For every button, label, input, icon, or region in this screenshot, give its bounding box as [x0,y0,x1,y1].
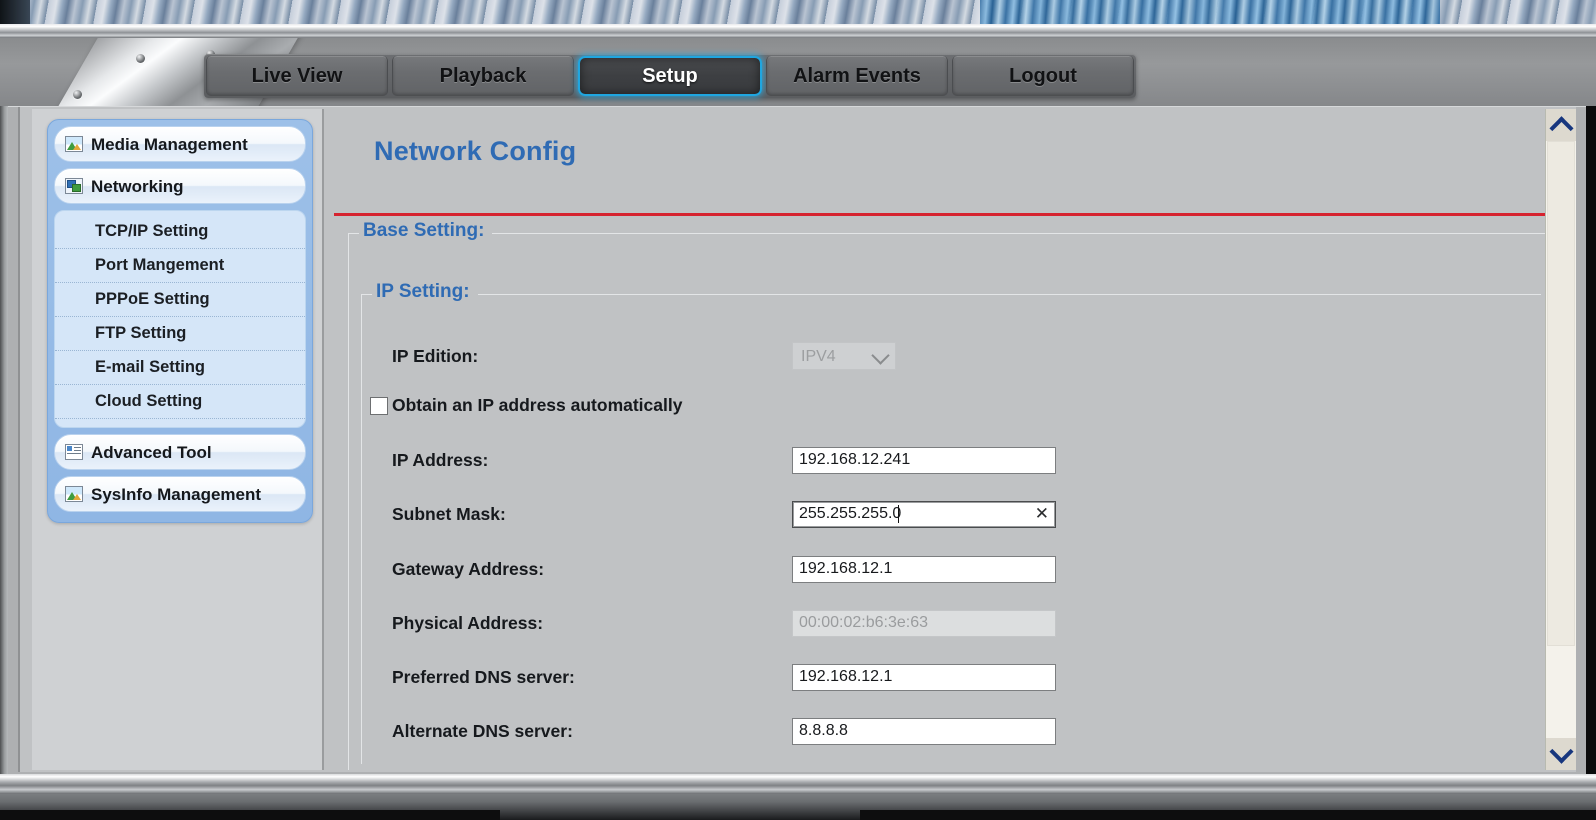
gateway-address-input[interactable] [792,555,1056,583]
bottom-notch [0,810,500,820]
title-divider [334,213,1548,216]
scroll-up-button[interactable] [1546,109,1576,141]
picture-icon [65,136,83,152]
tab-label: Setup [642,64,698,87]
scrollbar-track[interactable] [1546,141,1576,738]
tab-label: Playback [439,64,527,87]
bottom-notch [860,810,1596,820]
label-preferred-dns: Preferred DNS server: [392,666,575,687]
ip-edition-select-wrap: IPV4 [792,342,896,370]
preferred-dns-input[interactable] [792,663,1056,691]
ip-address-input[interactable] [792,446,1056,474]
sidebar-subitem-port-mangement[interactable]: Port Mangement [55,249,305,283]
scrollbar-thumb[interactable] [1547,141,1575,646]
browser-window: Media Management Networking TCP/IP Setti… [8,106,1586,775]
label-subnet-mask: Subnet Mask: [392,503,506,524]
window-content-area: Media Management Networking TCP/IP Setti… [18,107,1576,772]
tab-playback[interactable]: Playback [392,56,574,96]
label-gateway-address: Gateway Address: [392,558,545,579]
fieldset-base-setting: Base Setting: IP Setting: IP Edition: IP… [348,220,1548,770]
picture-icon [65,486,83,502]
label-physical-address: Physical Address: [392,612,544,633]
gateway-address-field-wrap [792,555,1056,583]
sidebar-subitem-ftp-setting[interactable]: FTP Setting [55,317,305,351]
row-alternate-dns: Alternate DNS server: [392,714,1056,748]
row-ip-address: IP Address: [392,443,1056,477]
subnet-mask-field-wrap: ✕ [792,500,1056,528]
tab-setup[interactable]: Setup [578,56,762,96]
ip-address-field-wrap [792,446,1056,474]
chevron-down-icon [1548,739,1574,764]
page-title: Network Config [374,136,577,166]
alternate-dns-field-wrap [792,717,1056,745]
chevron-up-icon [1548,115,1574,140]
sidebar-item-label: SysInfo Management [91,484,262,504]
clear-icon[interactable]: ✕ [1035,504,1049,523]
sidebar-item-label: Advanced Tool [91,442,212,462]
window-list-icon [65,444,83,460]
row-gateway-address: Gateway Address: [392,552,1056,586]
sidebar-subitem-email-setting[interactable]: E-mail Setting [55,351,305,385]
physical-address-field-wrap [792,609,1056,637]
photo-strip-blue-band [980,0,1440,24]
sidebar-item-advanced-tool[interactable]: Advanced Tool [54,434,306,470]
sidebar-subitem-cloud-setting[interactable]: Cloud Setting [55,385,305,419]
tab-logout[interactable]: Logout [952,56,1134,96]
metal-trim-bar [0,24,1596,38]
sidebar-item-networking[interactable]: Networking [54,168,306,204]
tab-label: Live View [251,64,343,87]
sidebar-item-label: Media Management [91,134,248,154]
sidebar-submenu-networking: TCP/IP Setting Port Mangement PPPoE Sett… [54,210,306,428]
row-obtain-ip-automatically[interactable]: Obtain an IP address automatically [370,395,682,416]
fieldset-ip-setting: IP Setting: IP Edition: IPV4 Obtain an I… [361,281,1541,764]
sidebar: Media Management Networking TCP/IP Setti… [32,109,324,770]
fieldset-legend-ip-setting: IP Setting: [372,281,478,303]
sidebar-item-label: Networking [91,176,184,196]
decorative-photo-strip [0,0,1596,24]
sidebar-menu-panel: Media Management Networking TCP/IP Setti… [47,119,313,523]
screw-icon [73,90,82,99]
alternate-dns-input[interactable] [792,717,1056,745]
label-ip-address: IP Address: [392,449,489,470]
scroll-down-button[interactable] [1546,738,1576,770]
sidebar-item-media-management[interactable]: Media Management [54,126,306,162]
subnet-mask-input[interactable] [792,500,1056,528]
preferred-dns-field-wrap [792,663,1056,691]
bottom-metal-bar [0,774,1596,794]
photo-strip-dark-edge [0,0,30,24]
label-alternate-dns: Alternate DNS server: [392,720,573,741]
fieldset-legend-base-setting: Base Setting: [359,220,493,242]
screen: Live View Playback Setup Alarm Events Lo… [0,0,1596,820]
tab-label: Logout [1009,64,1077,87]
text-caret [898,504,899,523]
tab-label: Alarm Events [793,64,921,87]
screw-icon [136,54,145,63]
label-ip-edition: IP Edition: [392,345,479,366]
row-physical-address: Physical Address: [392,606,1056,640]
sidebar-item-sysinfo-management[interactable]: SysInfo Management [54,476,306,512]
network-icon [65,178,83,194]
row-subnet-mask: Subnet Mask: ✕ [392,497,1056,531]
main-nav-tabs[interactable]: Live View Playback Setup Alarm Events Lo… [204,54,1136,98]
obtain-ip-automatically-checkbox[interactable] [370,396,388,415]
tab-live-view[interactable]: Live View [206,56,388,96]
label-obtain-ip-automatically: Obtain an IP address automatically [392,395,683,415]
physical-address-input [792,609,1056,637]
row-preferred-dns: Preferred DNS server: [392,660,1056,694]
vertical-scrollbar[interactable] [1545,109,1576,770]
sidebar-subitem-tcpip-setting[interactable]: TCP/IP Setting [55,215,305,249]
ip-edition-select[interactable]: IPV4 [792,342,896,370]
tab-alarm-events[interactable]: Alarm Events [766,56,948,96]
sidebar-subitem-pppoe-setting[interactable]: PPPoE Setting [55,283,305,317]
main-content: Network Config Base Setting: IP Setting:… [326,109,1548,770]
row-ip-edition: IP Edition: IPV4 [392,339,896,373]
